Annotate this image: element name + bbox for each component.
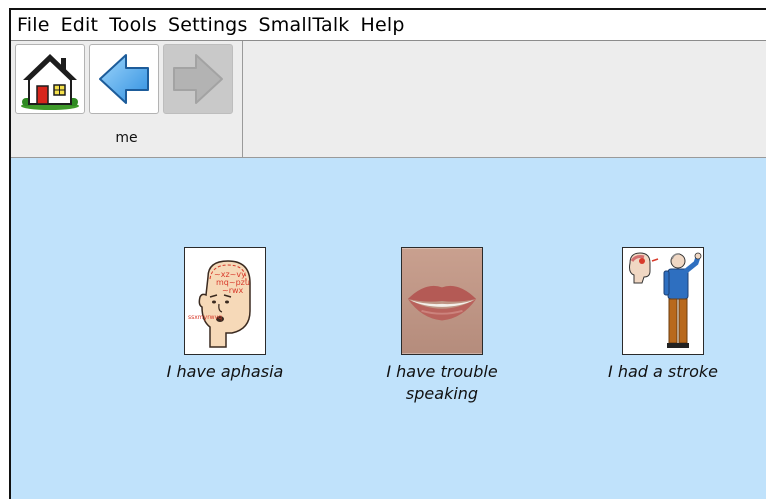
menu-bar: File Edit Tools Settings SmallTalk Help	[11, 10, 766, 41]
menu-settings[interactable]: Settings	[168, 14, 248, 36]
back-button[interactable]	[89, 44, 159, 114]
forward-arrow-icon	[173, 54, 223, 104]
board-cell-aphasia[interactable]: ~xz~vy mq~pzu ~rwx ssxmyrwvq I have apha…	[140, 247, 310, 383]
stroke-picture	[622, 247, 704, 355]
cell-label: I have trouble speaking	[386, 362, 498, 403]
menu-tools[interactable]: Tools	[109, 14, 157, 36]
mouth-icon	[402, 248, 482, 354]
trouble-speaking-picture	[401, 247, 483, 355]
board-cell-trouble-speaking[interactable]: I have trouble speaking	[357, 247, 527, 405]
home-button[interactable]	[15, 44, 85, 114]
app-window: File Edit Tools Settings SmallTalk Help	[9, 8, 766, 499]
toolbar: me	[11, 41, 766, 158]
cell-label: I had a stroke	[608, 362, 718, 381]
aphasia-head-icon: ~xz~vy mq~pzu ~rwx ssxmyrwvq	[186, 249, 264, 353]
forward-button[interactable]	[163, 44, 233, 114]
house-icon	[21, 54, 79, 110]
menu-help[interactable]: Help	[361, 14, 405, 36]
communication-board: ~xz~vy mq~pzu ~rwx ssxmyrwvq I have apha…	[11, 158, 766, 499]
aphasia-picture: ~xz~vy mq~pzu ~rwx ssxmyrwvq	[184, 247, 266, 355]
menu-edit[interactable]: Edit	[61, 14, 99, 36]
cell-label: I have aphasia	[166, 362, 284, 381]
stroke-person-icon	[624, 249, 702, 353]
menu-smalltalk[interactable]: SmallTalk	[259, 14, 350, 36]
menu-file[interactable]: File	[17, 14, 50, 36]
svg-text:ssxmyrwvq: ssxmyrwvq	[188, 314, 222, 321]
board-name-label: me	[115, 130, 138, 146]
back-arrow-icon	[99, 54, 149, 104]
board-cell-stroke[interactable]: I had a stroke	[578, 247, 748, 383]
navigation-panel: me	[11, 41, 243, 157]
svg-text:~rwx: ~rwx	[222, 286, 244, 295]
